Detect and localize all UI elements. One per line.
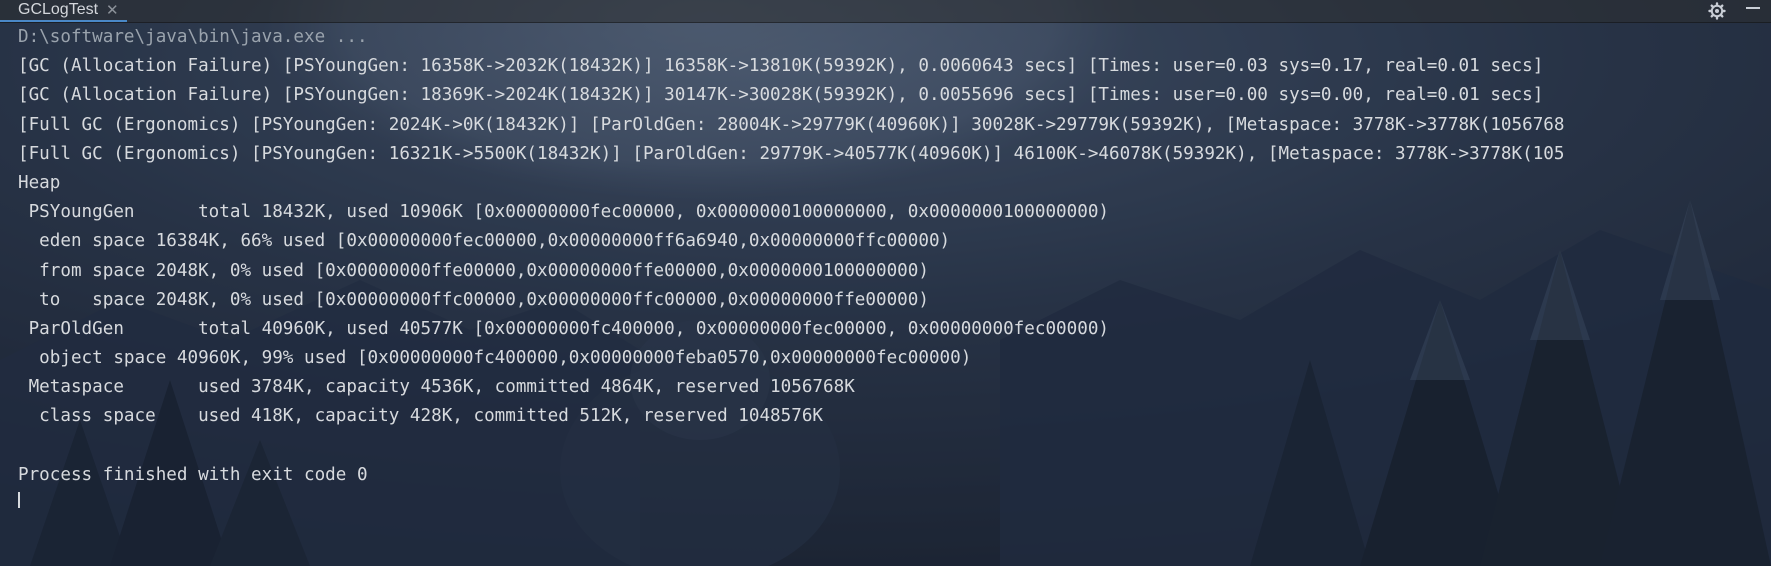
minimize-icon[interactable] — [1743, 1, 1763, 21]
run-tab-bar: GCLogTest ✕ — [0, 0, 1771, 23]
gear-icon[interactable] — [1707, 1, 1727, 21]
tab-label: GCLogTest — [18, 1, 99, 18]
console-line-exit-status: Process finished with exit code 0 — [18, 465, 368, 485]
console-output[interactable]: D:\software\java\bin\java.exe ... [GC (A… — [0, 22, 1771, 566]
tab-gclogtest[interactable]: GCLogTest ✕ — [0, 0, 127, 22]
tab-toolbar — [1707, 0, 1763, 22]
console-line: [GC (Allocation Failure) [PSYoungGen: 18… — [18, 85, 1544, 105]
console-line: Metaspace used 3784K, capacity 4536K, co… — [18, 377, 855, 397]
close-icon[interactable]: ✕ — [106, 1, 119, 19]
console-line: class space used 418K, capacity 428K, co… — [18, 406, 824, 426]
console-line: from space 2048K, 0% used [0x00000000ffe… — [18, 261, 929, 281]
text-cursor — [18, 492, 20, 508]
console-line: eden space 16384K, 66% used [0x00000000f… — [18, 231, 951, 251]
console-line: ParOldGen total 40960K, used 40577K [0x0… — [18, 319, 1110, 339]
console-line: [Full GC (Ergonomics) [PSYoungGen: 2024K… — [18, 115, 1565, 135]
console-line: object space 40960K, 99% used [0x0000000… — [18, 348, 972, 368]
console-line: Heap — [18, 173, 61, 193]
console-line: [GC (Allocation Failure) [PSYoungGen: 16… — [18, 56, 1544, 76]
console-line: [Full GC (Ergonomics) [PSYoungGen: 16321… — [18, 144, 1565, 164]
console-line: PSYoungGen total 18432K, used 10906K [0x… — [18, 202, 1110, 222]
console-line-command: D:\software\java\bin\java.exe ... — [18, 27, 368, 47]
console-line: to space 2048K, 0% used [0x00000000ffc00… — [18, 290, 929, 310]
